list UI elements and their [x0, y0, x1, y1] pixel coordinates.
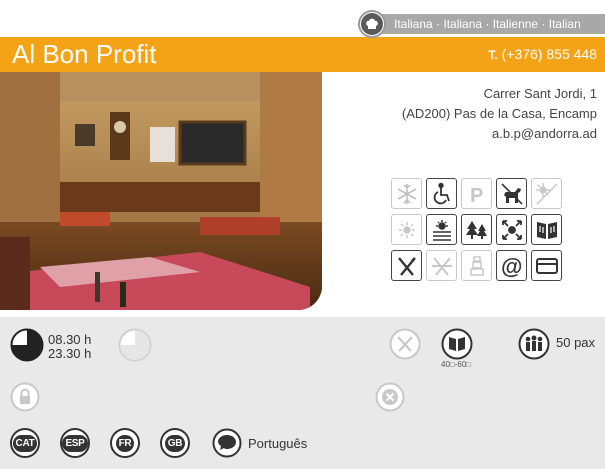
language-spanish-badge: ESP	[60, 428, 90, 458]
address-block: Carrer Sant Jordi, 1 (AD200) Pas de la C…	[402, 84, 597, 144]
chef-icon	[461, 250, 492, 281]
lock-icon	[10, 382, 40, 412]
capacity-people-icon	[518, 328, 550, 360]
cuisine-label: Italiana · Italiana · Italienne · Italia…	[372, 14, 605, 34]
hours-block: 08.30 h 23.30 h	[48, 333, 91, 361]
terrace-icon	[531, 178, 562, 209]
email-link[interactable]: a.b.p@andorra.ad	[402, 124, 597, 144]
grid-spacer	[566, 214, 597, 245]
restaurant-name: Al Bon Profit	[12, 39, 157, 69]
svg-text:P: P	[470, 185, 483, 206]
pets-allowed-icon	[496, 178, 527, 209]
language-english-badge: GB	[160, 428, 190, 458]
address-line-2: (AD200) Pas de la Casa, Encamp	[401, 106, 597, 121]
clock-icon	[10, 328, 44, 362]
sun-terrace-icon	[391, 214, 422, 245]
cuisine-tag: Italiana · Italiana · Italienne · Italia…	[358, 10, 605, 38]
menu-price-icon	[441, 328, 473, 360]
closed-x-icon	[375, 382, 405, 412]
window-view-icon	[426, 214, 457, 245]
cutlery-service-icon	[389, 328, 421, 360]
svg-text:@: @	[501, 254, 522, 278]
phone-prefix: T.	[488, 48, 498, 62]
wheelchair-access-icon	[426, 178, 457, 209]
grid-spacer	[566, 178, 597, 209]
no-cutlery-icon	[426, 250, 457, 281]
restaurant-photo	[0, 72, 322, 310]
language-catalan-badge: CAT	[10, 428, 40, 458]
menu-book-icon	[531, 214, 562, 245]
address-line-1: Carrer Sant Jordi, 1	[483, 86, 597, 101]
speech-bubble-icon	[212, 428, 242, 458]
second-shift-clock-icon	[118, 328, 152, 362]
email-at-icon: @	[496, 250, 527, 281]
large-space-icon	[496, 214, 527, 245]
capacity-label: 50 pax	[556, 335, 596, 350]
language-french-badge: FR	[110, 428, 140, 458]
services-grid: P @	[391, 178, 597, 281]
title-bar: Al Bon Profit T. (+376) 855 448	[0, 37, 605, 72]
restaurant-cutlery-icon	[391, 250, 422, 281]
phone-number[interactable]: T. (+376) 855 448	[488, 46, 597, 62]
mountain-forest-icon	[461, 214, 492, 245]
chef-hat-icon	[358, 10, 386, 38]
price-range: 40□-60□	[441, 360, 472, 369]
air-conditioning-icon	[391, 178, 422, 209]
opening-time: 08.30 h	[48, 332, 92, 347]
phone-value: (+376) 855 448	[501, 46, 597, 62]
language-other-label: Português	[248, 436, 308, 451]
credit-card-icon	[531, 250, 562, 281]
parking-icon: P	[461, 178, 492, 209]
closing-time: 23.30 h	[48, 346, 92, 361]
